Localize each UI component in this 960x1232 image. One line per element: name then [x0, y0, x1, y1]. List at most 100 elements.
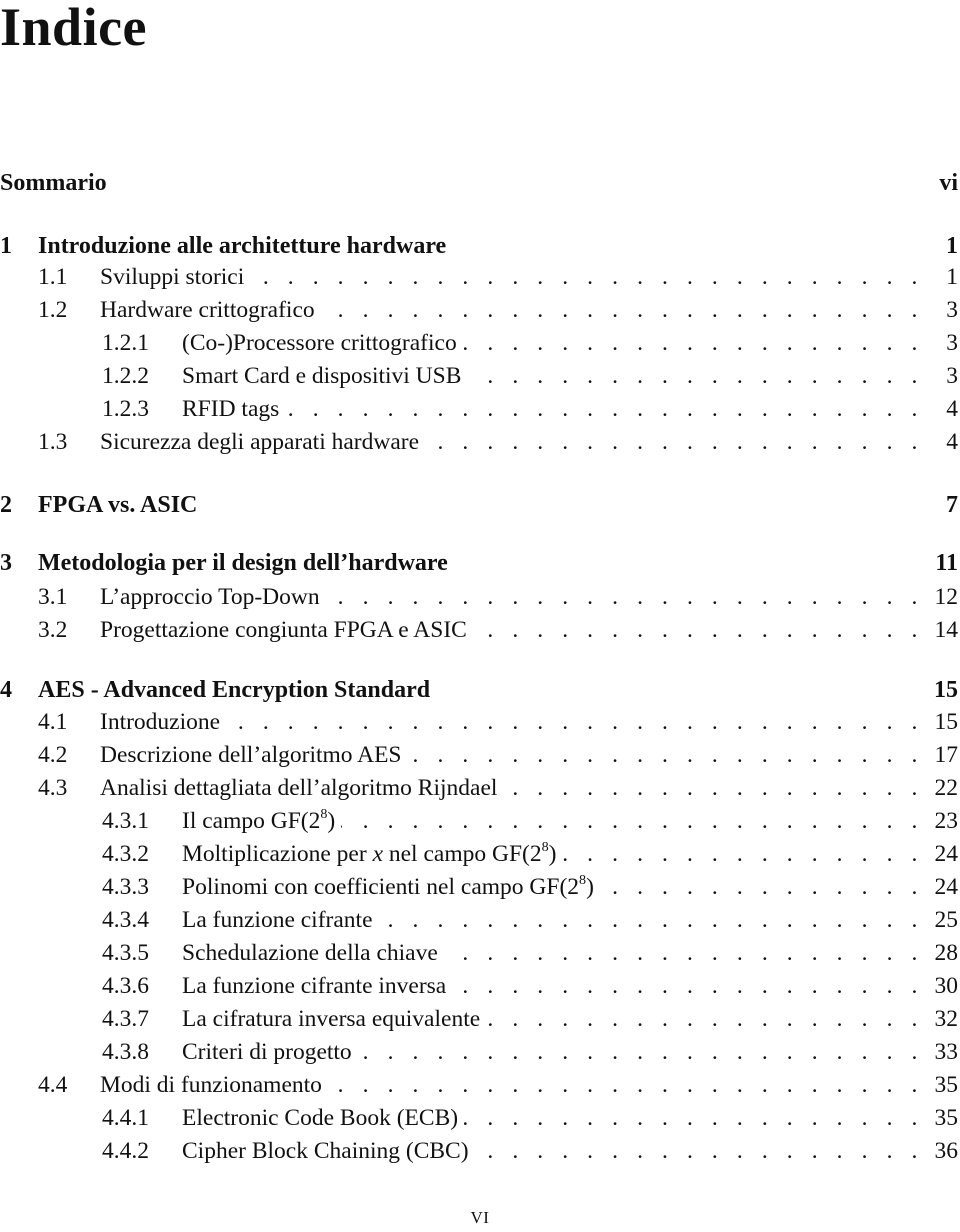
toc-entry-page: 3 [946, 330, 958, 356]
toc-entry-page: 17 [934, 742, 959, 768]
toc-entry-title: Progettazione congiunta FPGA e ASIC [100, 617, 467, 643]
toc-chapter-4[interactable]: 4 AES - Advanced Encryption Standard 15 [0, 675, 958, 705]
toc-entry-number: 1.2.1 [102, 330, 149, 356]
toc-subsection-4-3-1[interactable]: 4.3.1 Il campo GF(28) 23 [0, 806, 958, 836]
dot-leader [425, 427, 932, 457]
toc-entry-number: 4.3.8 [102, 1039, 149, 1065]
toc-entry-number: 1.1 [38, 264, 68, 290]
toc-entry-page: 30 [934, 973, 959, 999]
toc-chapter-3[interactable]: 3 Metodologia per il design dell’hardwar… [0, 548, 958, 578]
toc-entry-number: 1 [0, 233, 12, 259]
toc-entry-page: 1 [946, 264, 958, 290]
toc-entry-page: 22 [934, 775, 959, 801]
toc-entry-title: Hardware crittografico [100, 297, 315, 323]
toc-entry-page: 24 [934, 874, 959, 900]
toc-entry-page: 35 [934, 1105, 959, 1131]
toc-entry-number: 4.3.4 [102, 907, 149, 933]
toc-section-1-1[interactable]: 1.1 Sviluppi storici 1 [0, 262, 958, 292]
toc-entry-number: 4.1 [38, 709, 68, 735]
dot-leader [321, 295, 932, 325]
toc-entry-number: 3 [0, 550, 12, 576]
toc-subsection-4-3-6[interactable]: 4.3.6 La funzione cifrante inversa 30 [0, 971, 958, 1001]
toc-entry-page: 36 [934, 1138, 959, 1164]
toc-entry-number: 2 [0, 492, 12, 518]
toc-subsection-1-2-3[interactable]: 1.2.3 RFID tags 4 [0, 394, 958, 424]
dot-leader [562, 839, 932, 869]
toc-subsection-4-3-5[interactable]: 4.3.5 Schedulazione della chiave 28 [0, 938, 958, 968]
toc-entry-number: 3.2 [38, 617, 68, 643]
toc-entry-page: 4 [946, 429, 958, 455]
toc-entry-page: 11 [935, 550, 958, 576]
toc-entry-page: 3 [946, 363, 958, 389]
toc-subsection-4-3-7[interactable]: 4.3.7 La cifratura inversa equivalente 3… [0, 1004, 958, 1034]
toc-entry-title: FPGA vs. ASIC [38, 492, 198, 518]
toc-entry-title: Schedulazione della chiave [182, 940, 438, 966]
toc-entry-page: 12 [934, 584, 959, 610]
toc-entry-number: 4 [0, 677, 12, 703]
math-variable: x [372, 841, 383, 867]
toc-section-4-1[interactable]: 4.1 Introduzione 15 [0, 707, 958, 737]
toc-section-1-2[interactable]: 1.2 Hardware crittografico 3 [0, 295, 958, 325]
toc-entry-title: Moltiplicazione per x nel campo GF(28) [182, 839, 557, 867]
toc-entry-title: Introduzione alle architetture hardware [38, 233, 447, 259]
toc-subsection-4-3-4[interactable]: 4.3.4 La funzione cifrante 25 [0, 905, 958, 935]
toc-entry-page: 3 [946, 297, 958, 323]
toc-entry-page: vi [939, 170, 958, 196]
toc-entry-sommario[interactable]: Sommario vi [0, 168, 958, 198]
toc-entry-number: 4.4 [38, 1072, 68, 1098]
toc-entry-number: 4.3.6 [102, 973, 149, 999]
toc-subsection-4-4-1[interactable]: 4.4.1 Electronic Code Book (ECB) 35 [0, 1103, 958, 1133]
toc-subsection-4-3-3[interactable]: 4.3.3 Polinomi con coefficienti nel camp… [0, 872, 958, 902]
toc-section-1-3[interactable]: 1.3 Sicurezza degli apparati hardware 4 [0, 427, 958, 457]
toc-entry-title: Modi di funzionamento [100, 1072, 322, 1098]
toc-entry-page: 15 [934, 709, 959, 735]
toc-entry-page: 7 [946, 492, 958, 518]
dot-leader [341, 806, 932, 836]
toc-entry-page: 23 [934, 808, 959, 834]
dot-leader [328, 1070, 932, 1100]
toc-entry-title: Smart Card e dispositivi USB [182, 363, 462, 389]
toc-section-4-4[interactable]: 4.4 Modi di funzionamento 35 [0, 1070, 958, 1100]
dot-leader [250, 262, 932, 292]
dot-leader [475, 1136, 932, 1166]
page-title: Indice [0, 0, 148, 57]
toc-section-4-2[interactable]: 4.2 Descrizione dell’algoritmo AES 17 [0, 740, 958, 770]
toc-entry-title: AES - Advanced Encryption Standard [38, 677, 431, 703]
dot-leader [473, 615, 932, 645]
toc-subsection-4-3-2[interactable]: 4.3.2 Moltiplicazione per x nel campo GF… [0, 839, 958, 869]
dot-leader [452, 971, 932, 1001]
toc-entry-number: 4.3.3 [102, 874, 149, 900]
dot-leader [226, 707, 932, 737]
toc-entry-number: 1.2.2 [102, 363, 149, 389]
toc-entry-number: 4.3.1 [102, 808, 149, 834]
toc-entry-number: 1.2 [38, 297, 68, 323]
toc-subsection-4-3-8[interactable]: 4.3.8 Criteri di progetto 33 [0, 1037, 958, 1067]
toc-subsection-1-2-2[interactable]: 1.2.2 Smart Card e dispositivi USB 3 [0, 361, 958, 391]
dot-leader [408, 740, 932, 770]
dot-leader [444, 938, 932, 968]
toc-section-4-3[interactable]: 4.3 Analisi dettagliata dell’algoritmo R… [0, 773, 958, 803]
toc-entry-number: 4.4.1 [102, 1105, 149, 1131]
toc-entry-page: 32 [934, 1006, 959, 1032]
toc-entry-number: 4.3 [38, 775, 68, 801]
toc-entry-page: 1 [946, 233, 958, 259]
toc-section-3-1[interactable]: 3.1 L’approccio Top-Down 12 [0, 582, 958, 612]
toc-entry-title: La funzione cifrante inversa [182, 973, 447, 999]
toc-subsection-1-2-1[interactable]: 1.2.1 (Co-)Processore crittografico 3 [0, 328, 958, 358]
toc-entry-number: 4.4.2 [102, 1138, 149, 1164]
toc-section-3-2[interactable]: 3.2 Progettazione congiunta FPGA e ASIC … [0, 615, 958, 645]
toc-subsection-4-4-2[interactable]: 4.4.2 Cipher Block Chaining (CBC) 36 [0, 1136, 958, 1166]
toc-entry-page: 15 [934, 677, 958, 703]
dot-leader [285, 394, 932, 424]
toc-entry-number: 1.2.3 [102, 396, 149, 422]
toc-entry-title: (Co-)Processore crittografico [182, 330, 457, 356]
dot-leader [486, 1004, 932, 1034]
dot-leader [464, 1103, 932, 1133]
toc-entry-page: 25 [934, 907, 959, 933]
toc-entry-title: Polinomi con coefficienti nel campo GF(2… [182, 872, 594, 900]
toc-chapter-1[interactable]: 1 Introduzione alle architetture hardwar… [0, 231, 958, 261]
toc-entry-title: RFID tags [182, 396, 280, 422]
toc-entry-number: 4.3.5 [102, 940, 149, 966]
toc-chapter-2[interactable]: 2 FPGA vs. ASIC 7 [0, 490, 958, 520]
dot-leader [600, 872, 932, 902]
